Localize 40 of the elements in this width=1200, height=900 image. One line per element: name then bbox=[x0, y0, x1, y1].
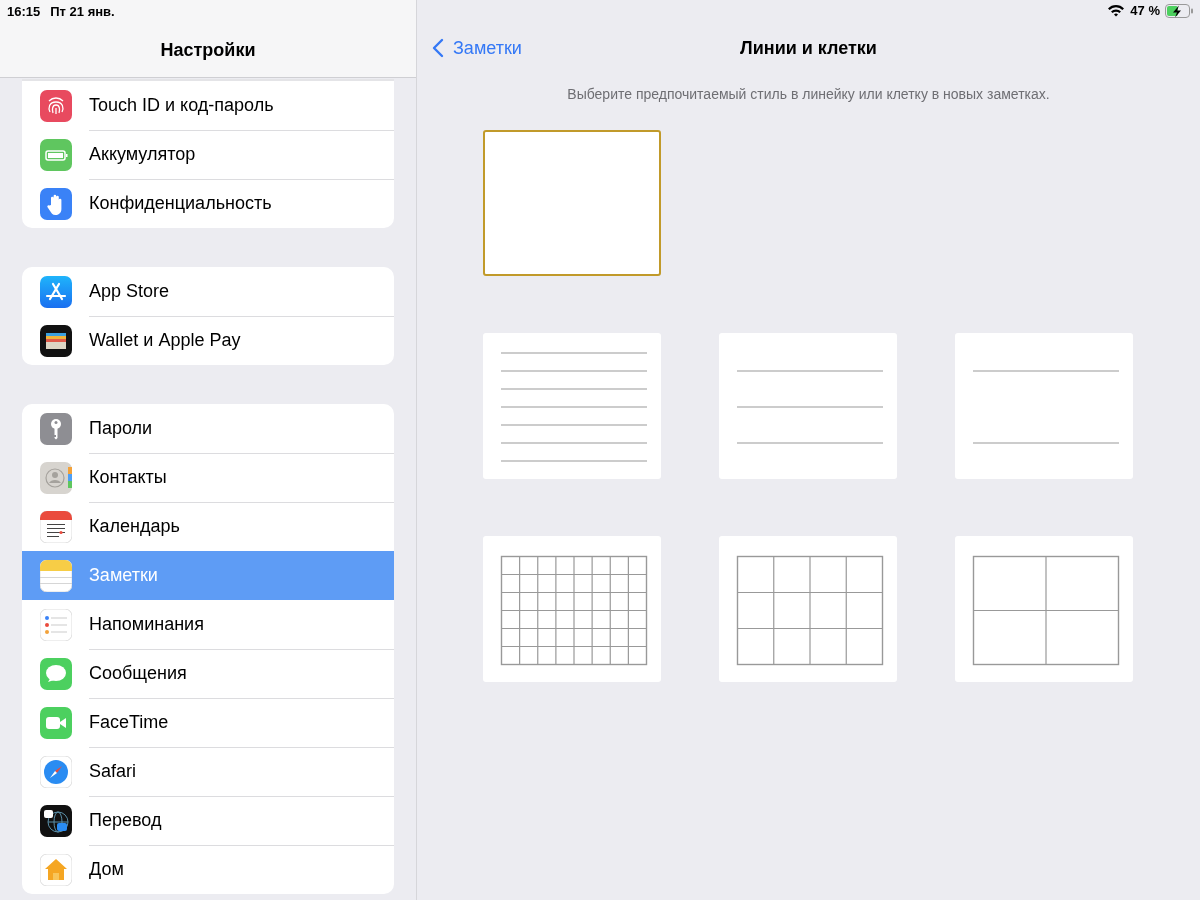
app-store-icon bbox=[40, 275, 72, 308]
settings-item[interactable]: Wallet и Apple Pay bbox=[22, 316, 394, 365]
settings-item[interactable]: Перевод bbox=[22, 796, 394, 845]
settings-item[interactable]: App Store bbox=[22, 267, 394, 316]
wifi-icon bbox=[1107, 4, 1126, 17]
chevron-left-icon bbox=[432, 38, 444, 58]
sidebar-title: Настройки bbox=[159, 39, 257, 61]
hand-icon bbox=[40, 187, 72, 220]
checklist-icon bbox=[40, 608, 72, 641]
speech-bubble-icon bbox=[40, 657, 72, 690]
battery-charging-icon bbox=[1165, 3, 1194, 18]
house-icon bbox=[40, 853, 72, 886]
notepad-icon bbox=[40, 559, 72, 592]
key-icon bbox=[40, 412, 72, 445]
page-title: Линии и клетки bbox=[740, 38, 877, 59]
battery-icon bbox=[40, 138, 72, 171]
settings-item[interactable]: Контакты bbox=[22, 453, 394, 502]
settings-item[interactable]: Пароли bbox=[22, 404, 394, 453]
settings-item[interactable]: Напоминания bbox=[22, 600, 394, 649]
settings-item[interactable]: Touch ID и код-пароль bbox=[22, 81, 394, 130]
settings-item[interactable]: Safari bbox=[22, 747, 394, 796]
description-text: Выберите предпочитаемый стиль в линейку или клетку в новых заметках. bbox=[566, 86, 1051, 102]
status-date: Пт 21 янв. bbox=[50, 4, 115, 21]
compass-icon bbox=[40, 755, 72, 788]
calendar-icon bbox=[40, 510, 72, 543]
contact-icon bbox=[40, 461, 72, 494]
status-time: 16:15 bbox=[7, 4, 41, 21]
back-button[interactable]: Заметки bbox=[417, 37, 522, 59]
video-camera-icon bbox=[40, 706, 72, 739]
fingerprint-icon bbox=[40, 89, 72, 122]
paper-style-option[interactable] bbox=[483, 130, 661, 276]
wallet-icon bbox=[40, 324, 72, 357]
settings-item[interactable]: Дом bbox=[22, 845, 394, 894]
settings-item[interactable]: Аккумулятор bbox=[22, 130, 394, 179]
globe-icon bbox=[40, 804, 72, 837]
settings-item[interactable]: Конфиденциальность bbox=[22, 179, 394, 228]
settings-item[interactable]: Календарь bbox=[22, 502, 394, 551]
settings-item[interactable]: FaceTime bbox=[22, 698, 394, 747]
battery-percent: 47 % bbox=[1130, 3, 1160, 18]
settings-item[interactable]: Сообщения bbox=[22, 649, 394, 698]
